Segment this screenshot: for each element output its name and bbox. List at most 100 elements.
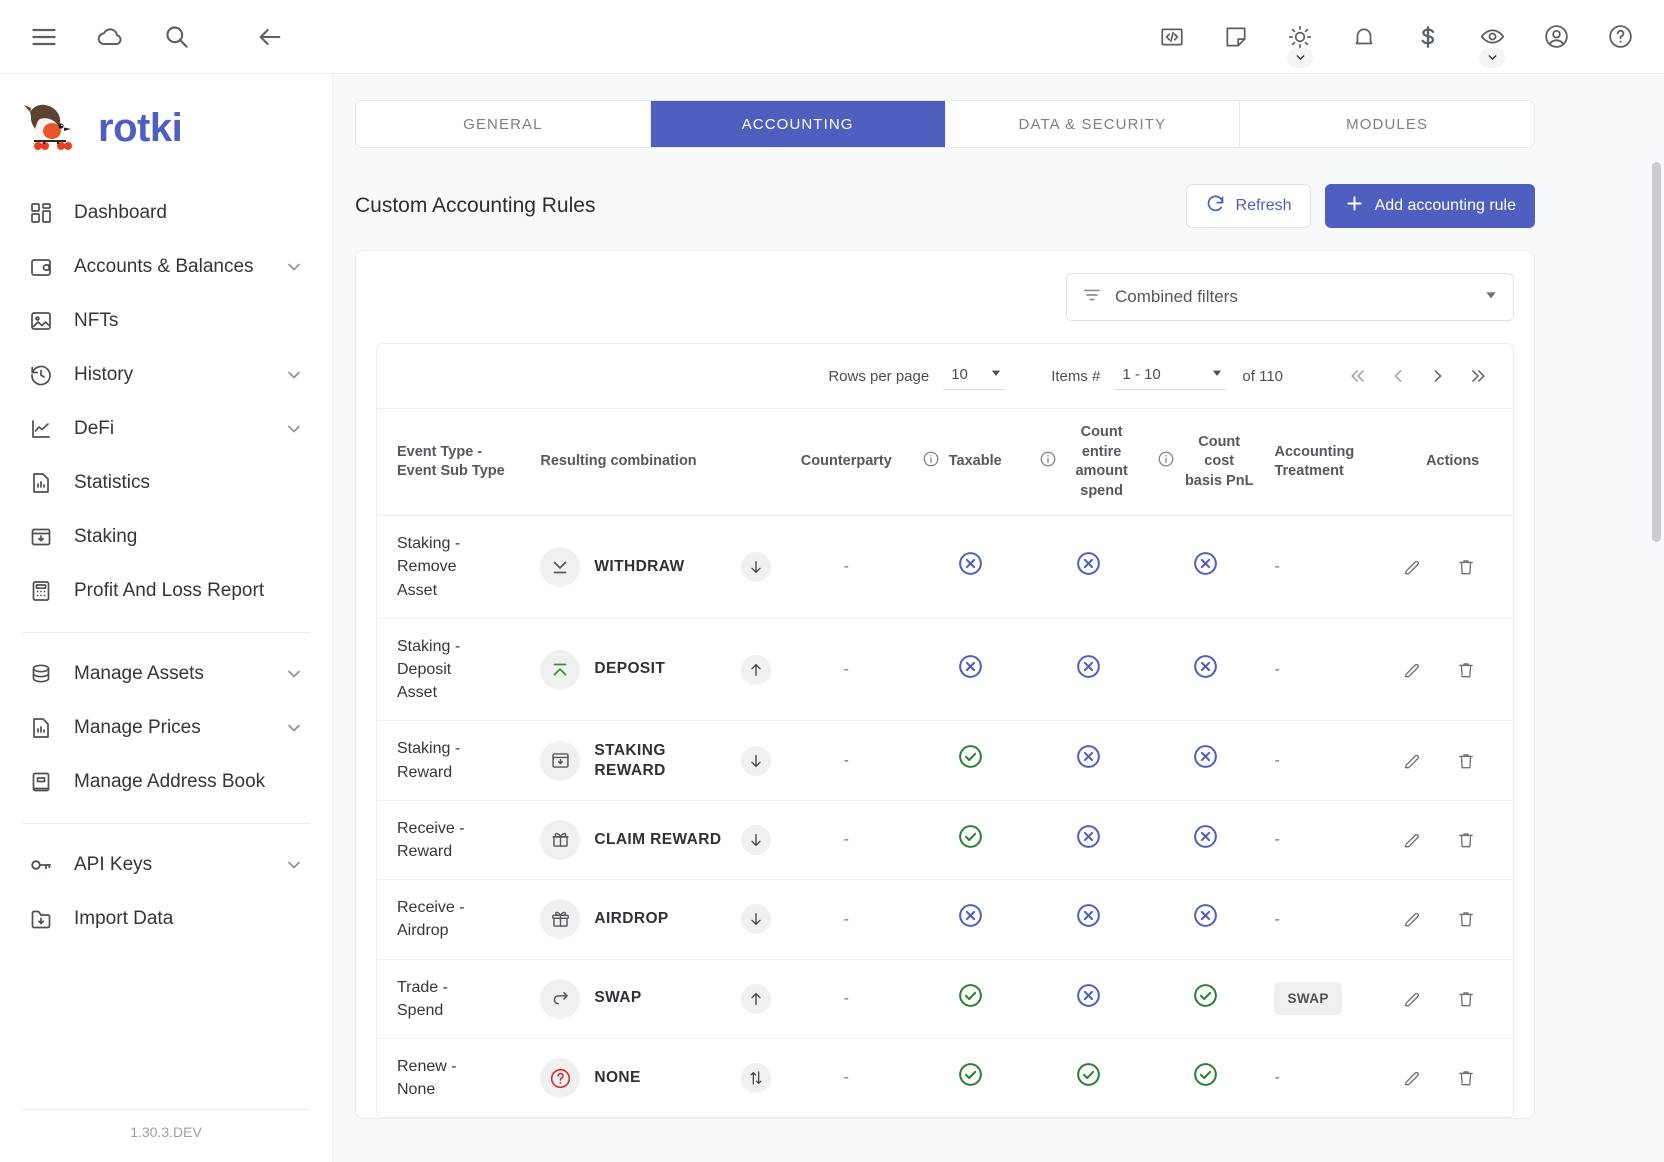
cloud-sync-icon[interactable] <box>88 15 132 59</box>
table-row[interactable]: Receive - Reward CLAIM REWARD - - <box>377 800 1513 881</box>
sidebar-item-manage-assets[interactable]: Manage Assets <box>16 647 316 701</box>
sidebar-item-dashboard[interactable]: Dashboard <box>16 186 316 240</box>
help-icon[interactable] <box>1598 15 1642 59</box>
column-header-line1: Actions <box>1426 453 1480 470</box>
sidebar-nav: Dashboard Accounts & Balances NFTs Histo… <box>0 178 332 946</box>
chevron-down-icon[interactable] <box>284 365 304 385</box>
brightness-icon[interactable] <box>1278 15 1322 68</box>
event-subtype-line: Deposit <box>397 661 452 678</box>
sidebar-item-history[interactable]: History <box>16 348 316 402</box>
edit-icon[interactable] <box>1402 909 1422 929</box>
edit-icon[interactable] <box>1402 557 1422 577</box>
column-header-event-type[interactable]: Event Type - Event Sub Type <box>377 407 531 517</box>
cell-taxable <box>911 515 1030 619</box>
column-header-counterparty[interactable]: Counterparty <box>780 407 912 517</box>
brand-logo[interactable]: rotki <box>0 74 332 178</box>
search-icon[interactable] <box>154 15 198 59</box>
code-icon[interactable] <box>1150 15 1194 59</box>
combined-filters-select[interactable]: Combined filters <box>1066 273 1514 321</box>
status-x-icon <box>1192 823 1219 857</box>
note-icon[interactable] <box>1214 15 1258 59</box>
items-range-select[interactable]: 1 - 10 <box>1114 363 1227 390</box>
last-page-button[interactable] <box>1461 359 1495 393</box>
delete-icon[interactable] <box>1456 830 1476 850</box>
edit-icon[interactable] <box>1402 751 1422 771</box>
info-icon[interactable] <box>922 450 940 475</box>
back-arrow-icon[interactable] <box>248 15 292 59</box>
delete-icon[interactable] <box>1456 751 1476 771</box>
add-accounting-rule-button[interactable]: Add accounting rule <box>1324 184 1535 228</box>
chevron-down-icon[interactable] <box>284 419 304 439</box>
sidebar-item-profit-and-loss-report[interactable]: Profit And Loss Report <box>16 564 316 618</box>
scrollbar-thumb[interactable] <box>1652 162 1661 542</box>
cell-count-entire-amount <box>1029 1038 1147 1117</box>
chevron-down-icon[interactable] <box>284 855 304 875</box>
delete-icon[interactable] <box>1456 909 1476 929</box>
next-page-button[interactable] <box>1421 359 1455 393</box>
rows-per-page-select[interactable]: 10 <box>943 363 1006 390</box>
table-head: Event Type - Event Sub Type Resulting co… <box>377 407 1513 517</box>
table-row[interactable]: Renew - None NONE - - <box>377 1038 1513 1117</box>
table-row[interactable]: Staking - Deposit Asset DEPOSIT - - <box>377 618 1513 722</box>
sidebar-item-nfts[interactable]: NFTs <box>16 294 316 348</box>
chevron-down-icon[interactable] <box>284 664 304 684</box>
tab-data-and-security[interactable]: DATA & SECURITY <box>945 101 1241 147</box>
info-icon[interactable] <box>1039 450 1057 475</box>
brightness-chevron-down-icon[interactable] <box>1287 47 1313 68</box>
sidebar-item-accounts-balances[interactable]: Accounts & Balances <box>16 240 316 294</box>
column-header-resulting-combination[interactable]: Resulting combination <box>530 407 781 517</box>
cell-event-type: Staking - Reward <box>377 720 531 801</box>
delete-icon[interactable] <box>1456 660 1476 680</box>
status-x-icon <box>1192 743 1219 777</box>
chevron-down-icon[interactable] <box>284 257 304 277</box>
event-type-line: Trade - <box>397 978 448 996</box>
table-row[interactable]: Staking - Reward STAKING REWARD - - <box>377 720 1513 801</box>
sidebar-item-manage-prices[interactable]: Manage Prices <box>16 701 316 755</box>
gift-icon <box>540 819 581 860</box>
sidebar-item-api-keys[interactable]: API Keys <box>16 838 316 892</box>
arrow-down-icon <box>740 552 771 583</box>
eye-chevron-down-icon[interactable] <box>1479 47 1505 68</box>
column-header-accounting-treatment[interactable]: Accounting Treatment <box>1264 407 1393 517</box>
status-x-icon <box>1192 550 1219 584</box>
tab-modules[interactable]: MODULES <box>1240 101 1534 147</box>
account-icon[interactable] <box>1534 15 1578 59</box>
sidebar-item-manage-address-book[interactable]: Manage Address Book <box>16 755 316 809</box>
chevron-down-icon[interactable] <box>284 718 304 738</box>
column-header-count-cost-basis-pnl[interactable]: Count cost basis PnL <box>1146 407 1265 517</box>
edit-icon[interactable] <box>1402 1068 1422 1088</box>
edit-icon[interactable] <box>1402 830 1422 850</box>
menu-icon[interactable] <box>22 15 66 59</box>
previous-page-button[interactable] <box>1381 359 1415 393</box>
refresh-button[interactable]: Refresh <box>1185 184 1311 228</box>
sidebar-item-staking[interactable]: Staking <box>16 510 316 564</box>
delete-icon[interactable] <box>1456 989 1476 1009</box>
page-scrollbar[interactable] <box>1652 148 1661 1162</box>
delete-icon[interactable] <box>1456 557 1476 577</box>
dollar-icon[interactable] <box>1406 15 1450 59</box>
info-icon[interactable] <box>1157 450 1175 475</box>
column-header-count-entire-amount-spend[interactable]: Count entire amount spend <box>1029 407 1147 517</box>
edit-icon[interactable] <box>1402 989 1422 1009</box>
sidebar: rotki Dashboard Accounts & Balances NFTs… <box>0 74 333 1162</box>
eye-icon[interactable] <box>1470 15 1514 68</box>
tab-general[interactable]: GENERAL <box>356 101 651 147</box>
edit-icon[interactable] <box>1402 660 1422 680</box>
event-subtype-line: Airdrop <box>397 922 449 940</box>
delete-icon[interactable] <box>1456 1068 1476 1088</box>
bell-icon[interactable] <box>1342 15 1386 59</box>
status-check-icon <box>1075 1061 1102 1095</box>
sidebar-item-defi[interactable]: DeFi <box>16 402 316 456</box>
table-row[interactable]: Staking - Remove Asset WITHDRAW - - <box>377 515 1513 619</box>
sidebar-item-statistics[interactable]: Statistics <box>16 456 316 510</box>
chevron-down-icon[interactable] <box>1483 287 1499 308</box>
column-header-text: Count cost basis PnL <box>1184 433 1255 492</box>
first-page-button[interactable] <box>1341 359 1375 393</box>
cell-counterparty: - <box>780 959 912 1039</box>
table-row[interactable]: Receive - Airdrop AIRDROP - - <box>377 879 1513 960</box>
cell-count-entire-amount <box>1029 959 1147 1039</box>
tab-accounting[interactable]: ACCOUNTING <box>650 101 946 147</box>
sidebar-item-import-data[interactable]: Import Data <box>16 892 316 946</box>
column-header-taxable[interactable]: Taxable <box>911 407 1030 517</box>
table-row[interactable]: Trade - Spend SWAP - SWAP <box>377 959 1513 1039</box>
